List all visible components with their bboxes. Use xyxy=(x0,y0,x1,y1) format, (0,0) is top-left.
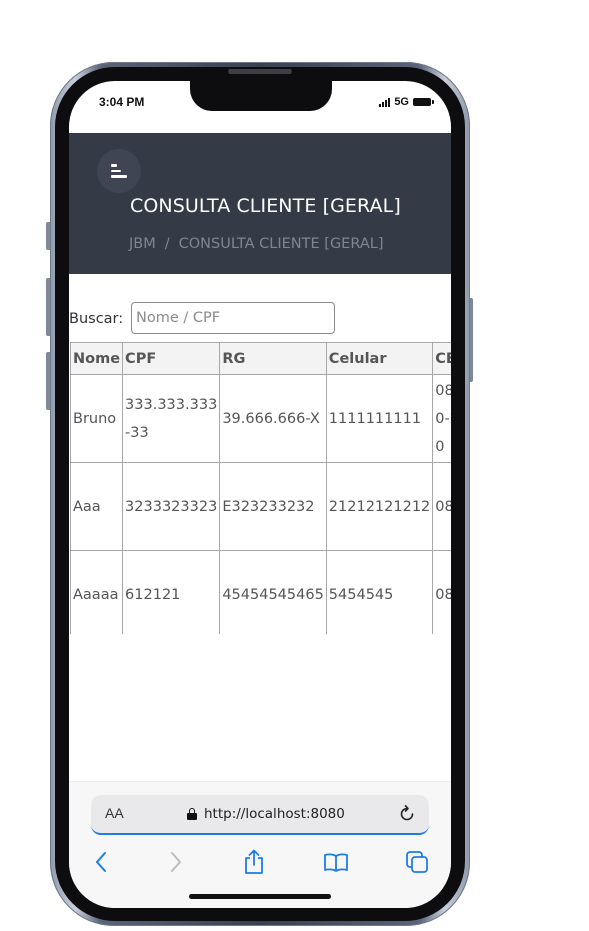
menu-icon xyxy=(111,164,127,178)
network-label: 5G xyxy=(394,96,409,108)
reload-icon[interactable] xyxy=(397,804,417,824)
forward-icon xyxy=(171,852,181,872)
table-header-row: Nome CPF RG Celular CEP xyxy=(70,342,451,375)
home-indicator[interactable] xyxy=(189,894,331,899)
cell-nome: Aaa xyxy=(70,462,124,551)
column-header-celular[interactable]: Celular xyxy=(325,342,434,375)
column-header-nome[interactable]: Nome xyxy=(70,342,124,375)
page-header: CONSULTA CLIENTE [GERAL] JBM / CONSULTA CL… xyxy=(69,133,451,274)
earpiece xyxy=(228,69,292,74)
status-indicators: 5G xyxy=(379,96,434,108)
url-text[interactable]: http://localhost:8080 xyxy=(204,806,345,822)
table-row[interactable]: Bruno 333.333.333-33 39.666.666-X 111111… xyxy=(70,374,451,463)
cell-cep: 08800-200 xyxy=(432,374,451,463)
back-button[interactable] xyxy=(85,846,117,878)
cell-cpf: 3233323323 xyxy=(122,462,221,551)
cell-celular: 5454545 xyxy=(325,550,434,634)
cell-cep: 0875 xyxy=(432,550,451,634)
share-icon xyxy=(245,849,263,874)
breadcrumb: JBM / CONSULTA CLIENTE [GERAL] xyxy=(129,236,383,252)
address-bar[interactable]: AA http://localhost:8080 xyxy=(91,795,429,835)
search-label: Buscar: xyxy=(69,311,124,327)
notch xyxy=(190,81,332,111)
column-header-rg[interactable]: RG xyxy=(219,342,327,375)
share-button[interactable] xyxy=(238,846,270,878)
search-input[interactable] xyxy=(131,302,335,334)
cell-rg: E323233232 xyxy=(219,462,327,551)
clients-table: Nome CPF RG Celular CEP Bruno 333.333.33… xyxy=(70,342,451,634)
breadcrumb-item-home[interactable]: JBM xyxy=(129,236,156,252)
breadcrumb-item-current: CONSULTA CLIENTE [GERAL] xyxy=(178,236,384,252)
phone-screen: 3:04 PM 5G CONSULTA CLIENTE [GERAL] JBM /… xyxy=(69,81,451,908)
cell-rg: 45454545465 xyxy=(219,550,327,634)
menu-button[interactable] xyxy=(97,149,141,193)
column-header-cep[interactable]: CEP xyxy=(432,342,451,375)
signal-icon xyxy=(379,97,391,107)
tabs-icon xyxy=(406,851,428,873)
breadcrumb-separator: / xyxy=(164,236,170,252)
back-icon xyxy=(96,852,106,872)
table-row[interactable]: Aaa 3233323323 E323233232 21212121212 08… xyxy=(70,462,451,551)
cell-nome: Bruno xyxy=(70,374,124,463)
cell-cep: 0875 xyxy=(432,462,451,551)
cell-cpf: 333.333.333-33 xyxy=(122,374,221,463)
battery-icon xyxy=(413,98,434,106)
lock-icon xyxy=(187,808,197,820)
tabs-button[interactable] xyxy=(401,846,433,878)
cell-cpf: 612121 xyxy=(122,550,221,634)
clients-table-container[interactable]: Nome CPF RG Celular CEP Bruno 333.333.33… xyxy=(70,342,451,634)
cell-celular: 1111111111 xyxy=(325,374,434,463)
column-header-cpf[interactable]: CPF xyxy=(122,342,221,375)
cell-nome: Aaaaa xyxy=(70,550,124,634)
bookmarks-icon xyxy=(324,853,348,872)
text-size-button[interactable]: AA xyxy=(105,805,124,821)
page-title: CONSULTA CLIENTE [GERAL] xyxy=(130,195,401,217)
bookmarks-button[interactable] xyxy=(320,846,352,878)
cell-celular: 21212121212 xyxy=(325,462,434,551)
status-time: 3:04 PM xyxy=(99,95,145,109)
cell-rg: 39.666.666-X xyxy=(219,374,327,463)
forward-button[interactable] xyxy=(160,846,192,878)
browser-nav-row xyxy=(69,846,451,878)
browser-toolbar: AA http://localhost:8080 xyxy=(69,781,451,908)
table-row[interactable]: Aaaaa 612121 45454545465 5454545 0875 xyxy=(70,550,451,634)
